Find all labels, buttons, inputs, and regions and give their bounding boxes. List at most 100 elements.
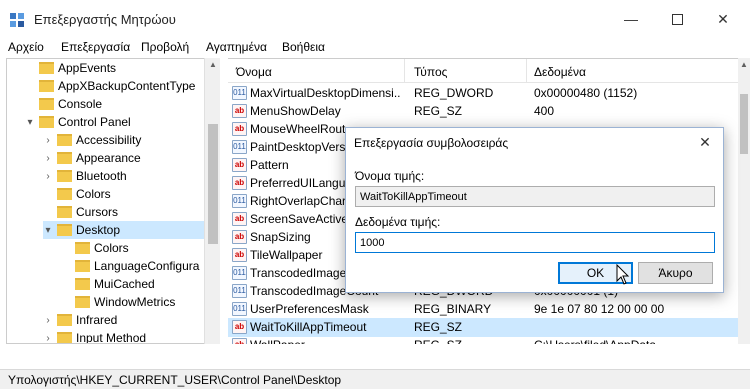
value-data: C:\Users\filed\AppData <box>534 338 734 344</box>
value-name: WallPaper <box>250 338 400 344</box>
status-path: Υπολογιστής\HKEY_CURRENT_USER\Control Pa… <box>8 373 342 387</box>
value-row[interactable]: ab MenuShowDelay REG_SZ 400 <box>228 102 738 121</box>
expand-arrow-icon[interactable]: › <box>43 329 53 344</box>
binary-value-icon: 011 <box>232 266 247 280</box>
value-row[interactable]: ab WaitToKillAppTimeout REG_SZ <box>228 318 738 337</box>
tree-item-label: WindowMetrics <box>94 295 176 309</box>
tree-item[interactable]: › Appearance <box>43 149 220 167</box>
folder-icon <box>39 116 54 128</box>
string-value-icon: ab <box>232 248 247 262</box>
edit-string-dialog: Επεξεργασία συμβολοσειράς ✕ Όνομα τιμής:… <box>345 127 724 293</box>
list-scrollbar[interactable]: ▲ <box>738 58 750 344</box>
minimize-button[interactable]: — <box>608 0 654 38</box>
folder-icon <box>75 242 90 254</box>
scroll-up-icon[interactable]: ▲ <box>209 60 217 69</box>
menu-view[interactable]: Προβολή <box>141 40 189 54</box>
dialog-title: Επεξεργασία συμβολοσειράς <box>354 136 509 150</box>
value-data-field[interactable] <box>355 232 715 253</box>
expand-arrow-icon[interactable]: › <box>43 131 53 149</box>
value-row[interactable]: 011 UserPreferencesMask REG_BINARY 9e 1e 07… <box>228 300 738 319</box>
tree-item[interactable]: › Accessibility <box>43 131 220 149</box>
value-data: 400 <box>534 104 555 118</box>
tree-item[interactable]: › Input Method <box>43 329 220 344</box>
tree-item[interactable]: AppXBackupContentType <box>25 77 220 95</box>
expand-arrow-icon[interactable]: › <box>43 167 53 185</box>
expand-arrow-icon[interactable]: › <box>43 149 53 167</box>
maximize-icon <box>671 13 683 25</box>
value-row[interactable]: 011 MaxVirtualDesktopDimensi... REG_DWORD 0… <box>228 84 738 103</box>
value-name-field[interactable] <box>355 186 715 207</box>
dialog-close-button[interactable]: ✕ <box>687 129 723 155</box>
expand-arrow-icon[interactable]: › <box>43 311 53 329</box>
folder-icon <box>39 62 54 74</box>
mouse-cursor-icon <box>616 264 630 285</box>
folder-icon <box>75 260 90 272</box>
tree-item-label: Control Panel <box>58 115 131 129</box>
value-data: 0x00000480 (1152) <box>534 86 638 100</box>
value-name: UserPreferencesMask <box>250 302 369 316</box>
column-divider[interactable] <box>526 59 527 83</box>
tree-item[interactable]: AppEvents <box>25 59 220 77</box>
tree-item[interactable]: Cursors <box>43 203 220 221</box>
tree-item[interactable]: Colors <box>61 239 220 257</box>
menu-help[interactable]: Βοήθεια <box>282 40 325 54</box>
close-icon: ✕ <box>699 133 711 150</box>
registry-tree[interactable]: AppEvents AppXBackupContentType Console ▾ Co… <box>6 58 220 344</box>
tree-item-label: Accessibility <box>76 133 142 147</box>
menu-edit[interactable]: Επεξεργασία <box>61 40 130 54</box>
folder-icon <box>39 98 54 110</box>
list-scroll-thumb[interactable] <box>740 94 748 154</box>
tree-item[interactable]: MuiCached <box>61 275 220 293</box>
tree-item-label: Appearance <box>76 151 141 165</box>
tree-scrollbar[interactable]: ▲ <box>204 58 220 344</box>
folder-icon <box>57 314 72 326</box>
collapse-arrow-icon[interactable]: ▾ <box>25 113 35 131</box>
tree-item-label: Console <box>58 97 103 111</box>
tree-item[interactable]: Colors <box>43 185 220 203</box>
value-type: REG_SZ <box>414 320 463 334</box>
tree-item-label: Bluetooth <box>76 169 127 183</box>
tree-item-label: Cursors <box>76 205 119 219</box>
column-divider[interactable] <box>404 59 405 83</box>
folder-icon <box>57 134 72 146</box>
tree-item[interactable]: ▾ Control Panel <box>25 113 220 131</box>
folder-icon <box>39 80 54 92</box>
window-title: Επεξεργαστής Μητρώου <box>34 12 176 27</box>
tree-item[interactable]: › Bluetooth <box>43 167 220 185</box>
menu-favorites[interactable]: Αγαπημένα <box>206 40 267 54</box>
column-data-header[interactable]: Δεδομένα <box>534 65 586 79</box>
tree-item[interactable]: ▾ Desktop <box>43 221 220 239</box>
tree-scroll-thumb[interactable] <box>208 124 218 244</box>
value-data: 9e 1e 07 80 12 00 00 00 <box>534 302 665 316</box>
collapse-arrow-icon[interactable]: ▾ <box>43 221 53 239</box>
string-value-icon: ab <box>232 320 247 334</box>
menu-file[interactable]: Αρχείο <box>8 40 44 54</box>
tree-item-label: MuiCached <box>94 277 155 291</box>
cancel-button[interactable]: Άκυρο <box>638 262 713 284</box>
tree-item[interactable]: Console <box>25 95 220 113</box>
minimize-icon: — <box>624 11 638 27</box>
binary-value-icon: 011 <box>232 140 247 154</box>
folder-icon <box>75 278 90 290</box>
close-icon: ✕ <box>717 10 729 27</box>
registry-editor-icon <box>10 13 24 27</box>
value-row[interactable]: abWallPaper REG_SZ C:\Users\filed\AppData <box>228 336 738 344</box>
tree-item[interactable]: WindowMetrics <box>61 293 220 311</box>
value-name-label: Όνομα τιμής: <box>355 169 425 183</box>
tree-item[interactable]: › Infrared <box>43 311 220 329</box>
maximize-button[interactable] <box>654 0 700 38</box>
value-type: REG_BINARY <box>414 302 492 316</box>
column-name-header[interactable]: Όνομα <box>236 65 272 79</box>
binary-value-icon: 011 <box>232 86 247 100</box>
folder-icon <box>57 170 72 182</box>
scroll-up-icon[interactable]: ▲ <box>740 60 748 69</box>
tree-item[interactable]: LanguageConfigura <box>61 257 220 275</box>
close-button[interactable]: ✕ <box>700 0 746 38</box>
column-type-header[interactable]: Τύπος <box>414 65 447 79</box>
